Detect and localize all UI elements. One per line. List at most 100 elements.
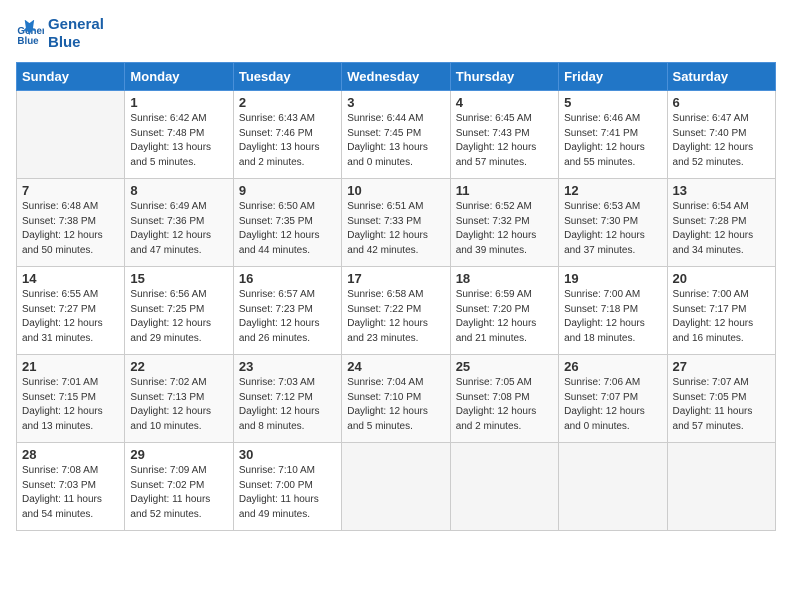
day-number: 18 (456, 271, 553, 286)
calendar-cell (17, 91, 125, 179)
day-info: Sunrise: 6:53 AM Sunset: 7:30 PM Dayligh… (564, 200, 661, 258)
calendar-header: SundayMondayTuesdayWednesdayThursdayFrid… (17, 63, 776, 91)
calendar-cell: 19 Sunrise: 7:00 AM Sunset: 7:18 PM Dayli… (559, 267, 667, 355)
calendar-cell: 18Sunrise: 6:59 AM Sunset: 7:20 PM Dayli… (450, 267, 558, 355)
day-number: 6 (673, 95, 770, 110)
day-info: Sunrise: 7:07 AM Sunset: 7:05 PM Dayligh… (673, 376, 770, 434)
col-header-sunday: Sunday (17, 63, 125, 91)
day-info: Sunrise: 7:02 AM Sunset: 7:13 PM Dayligh… (130, 376, 227, 434)
day-number: 19 (564, 271, 661, 286)
calendar-cell: 23 Sunrise: 7:03 AM Sunset: 7:12 PM Dayli… (233, 355, 341, 443)
calendar-cell: 24Sunrise: 7:04 AM Sunset: 7:10 PM Dayli… (342, 355, 450, 443)
day-info: Sunrise: 6:46 AM Sunset: 7:41 PM Dayligh… (564, 112, 661, 170)
calendar-cell: 28Sunrise: 7:08 AM Sunset: 7:03 PM Dayli… (17, 443, 125, 531)
day-info: Sunrise: 6:58 AM Sunset: 7:22 PM Dayligh… (347, 288, 444, 346)
calendar-cell: 21 Sunrise: 7:01 AM Sunset: 7:15 PM Dayli… (17, 355, 125, 443)
day-number: 23 (239, 359, 336, 374)
logo: General Blue General Blue (16, 16, 104, 52)
calendar-cell: 7 Sunrise: 6:48 AM Sunset: 7:38 PM Daylig… (17, 179, 125, 267)
col-header-saturday: Saturday (667, 63, 775, 91)
day-number: 11 (456, 183, 553, 198)
calendar-cell: 13 Sunrise: 6:54 AM Sunset: 7:28 PM Dayli… (667, 179, 775, 267)
col-header-thursday: Thursday (450, 63, 558, 91)
day-number: 16 (239, 271, 336, 286)
calendar-cell: 17 Sunrise: 6:58 AM Sunset: 7:22 PM Dayli… (342, 267, 450, 355)
day-info: Sunrise: 7:01 AM Sunset: 7:15 PM Dayligh… (22, 376, 119, 434)
day-number: 4 (456, 95, 553, 110)
calendar-cell: 5 Sunrise: 6:46 AM Sunset: 7:41 PM Daylig… (559, 91, 667, 179)
day-number: 21 (22, 359, 119, 374)
day-info: Sunrise: 7:03 AM Sunset: 7:12 PM Dayligh… (239, 376, 336, 434)
day-info: Sunrise: 7:10 AM Sunset: 7:00 PM Dayligh… (239, 464, 336, 522)
calendar-week-2: 7 Sunrise: 6:48 AM Sunset: 7:38 PM Daylig… (17, 179, 776, 267)
day-info: Sunrise: 7:08 AM Sunset: 7:03 PM Dayligh… (22, 464, 119, 522)
day-info: Sunrise: 6:55 AM Sunset: 7:27 PM Dayligh… (22, 288, 119, 346)
day-number: 25 (456, 359, 553, 374)
day-info: Sunrise: 7:00 AM Sunset: 7:17 PM Dayligh… (673, 288, 770, 346)
calendar-cell: 29Sunrise: 7:09 AM Sunset: 7:02 PM Dayli… (125, 443, 233, 531)
day-number: 26 (564, 359, 661, 374)
day-number: 3 (347, 95, 444, 110)
day-number: 12 (564, 183, 661, 198)
day-info: Sunrise: 6:49 AM Sunset: 7:36 PM Dayligh… (130, 200, 227, 258)
day-number: 2 (239, 95, 336, 110)
calendar-cell: 12 Sunrise: 6:53 AM Sunset: 7:30 PM Dayli… (559, 179, 667, 267)
day-number: 30 (239, 447, 336, 462)
day-info: Sunrise: 6:45 AM Sunset: 7:43 PM Dayligh… (456, 112, 553, 170)
day-number: 14 (22, 271, 119, 286)
calendar-cell (667, 443, 775, 531)
logo-line2: Blue (48, 34, 104, 52)
calendar-cell: 4 Sunrise: 6:45 AM Sunset: 7:43 PM Daylig… (450, 91, 558, 179)
day-info: Sunrise: 6:44 AM Sunset: 7:45 PM Dayligh… (347, 112, 444, 170)
calendar-cell: 9 Sunrise: 6:50 AM Sunset: 7:35 PM Daylig… (233, 179, 341, 267)
day-number: 7 (22, 183, 119, 198)
day-number: 10 (347, 183, 444, 198)
day-info: Sunrise: 6:47 AM Sunset: 7:40 PM Dayligh… (673, 112, 770, 170)
day-info: Sunrise: 6:56 AM Sunset: 7:25 PM Dayligh… (130, 288, 227, 346)
calendar-cell: 6 Sunrise: 6:47 AM Sunset: 7:40 PM Daylig… (667, 91, 775, 179)
day-info: Sunrise: 7:06 AM Sunset: 7:07 PM Dayligh… (564, 376, 661, 434)
day-info: Sunrise: 6:43 AM Sunset: 7:46 PM Dayligh… (239, 112, 336, 170)
calendar-cell: 16 Sunrise: 6:57 AM Sunset: 7:23 PM Dayli… (233, 267, 341, 355)
calendar-cell: 27Sunrise: 7:07 AM Sunset: 7:05 PM Dayli… (667, 355, 775, 443)
calendar-cell: 1 Sunrise: 6:42 AM Sunset: 7:48 PM Daylig… (125, 91, 233, 179)
calendar-cell: 2 Sunrise: 6:43 AM Sunset: 7:46 PM Daylig… (233, 91, 341, 179)
calendar-cell (450, 443, 558, 531)
day-number: 13 (673, 183, 770, 198)
calendar-week-1: 1 Sunrise: 6:42 AM Sunset: 7:48 PM Daylig… (17, 91, 776, 179)
logo-line1: General (48, 16, 104, 34)
day-number: 22 (130, 359, 227, 374)
col-header-wednesday: Wednesday (342, 63, 450, 91)
page-header: General Blue General Blue (16, 16, 776, 52)
day-info: Sunrise: 6:57 AM Sunset: 7:23 PM Dayligh… (239, 288, 336, 346)
calendar-cell: 22 Sunrise: 7:02 AM Sunset: 7:13 PM Dayli… (125, 355, 233, 443)
day-number: 15 (130, 271, 227, 286)
calendar-week-4: 21 Sunrise: 7:01 AM Sunset: 7:15 PM Dayli… (17, 355, 776, 443)
calendar-cell: 14 Sunrise: 6:55 AM Sunset: 7:27 PM Dayli… (17, 267, 125, 355)
calendar-cell: 26 Sunrise: 7:06 AM Sunset: 7:07 PM Dayli… (559, 355, 667, 443)
day-info: Sunrise: 6:48 AM Sunset: 7:38 PM Dayligh… (22, 200, 119, 258)
day-number: 29 (130, 447, 227, 462)
day-number: 17 (347, 271, 444, 286)
day-info: Sunrise: 6:51 AM Sunset: 7:33 PM Dayligh… (347, 200, 444, 258)
day-info: Sunrise: 6:54 AM Sunset: 7:28 PM Dayligh… (673, 200, 770, 258)
day-number: 20 (673, 271, 770, 286)
calendar-week-5: 28Sunrise: 7:08 AM Sunset: 7:03 PM Dayli… (17, 443, 776, 531)
logo-icon: General Blue (16, 20, 44, 48)
col-header-tuesday: Tuesday (233, 63, 341, 91)
calendar-cell: 15 Sunrise: 6:56 AM Sunset: 7:25 PM Dayli… (125, 267, 233, 355)
day-number: 9 (239, 183, 336, 198)
calendar-cell (342, 443, 450, 531)
day-number: 1 (130, 95, 227, 110)
day-info: Sunrise: 7:04 AM Sunset: 7:10 PM Dayligh… (347, 376, 444, 434)
calendar-cell: 30 Sunrise: 7:10 AM Sunset: 7:00 PM Dayli… (233, 443, 341, 531)
day-info: Sunrise: 6:42 AM Sunset: 7:48 PM Dayligh… (130, 112, 227, 170)
calendar-week-3: 14 Sunrise: 6:55 AM Sunset: 7:27 PM Dayli… (17, 267, 776, 355)
day-info: Sunrise: 6:50 AM Sunset: 7:35 PM Dayligh… (239, 200, 336, 258)
calendar-cell: 10 Sunrise: 6:51 AM Sunset: 7:33 PM Dayli… (342, 179, 450, 267)
calendar-cell: 20 Sunrise: 7:00 AM Sunset: 7:17 PM Dayli… (667, 267, 775, 355)
col-header-monday: Monday (125, 63, 233, 91)
day-info: Sunrise: 7:00 AM Sunset: 7:18 PM Dayligh… (564, 288, 661, 346)
day-number: 5 (564, 95, 661, 110)
calendar-cell: 8Sunrise: 6:49 AM Sunset: 7:36 PM Daylig… (125, 179, 233, 267)
